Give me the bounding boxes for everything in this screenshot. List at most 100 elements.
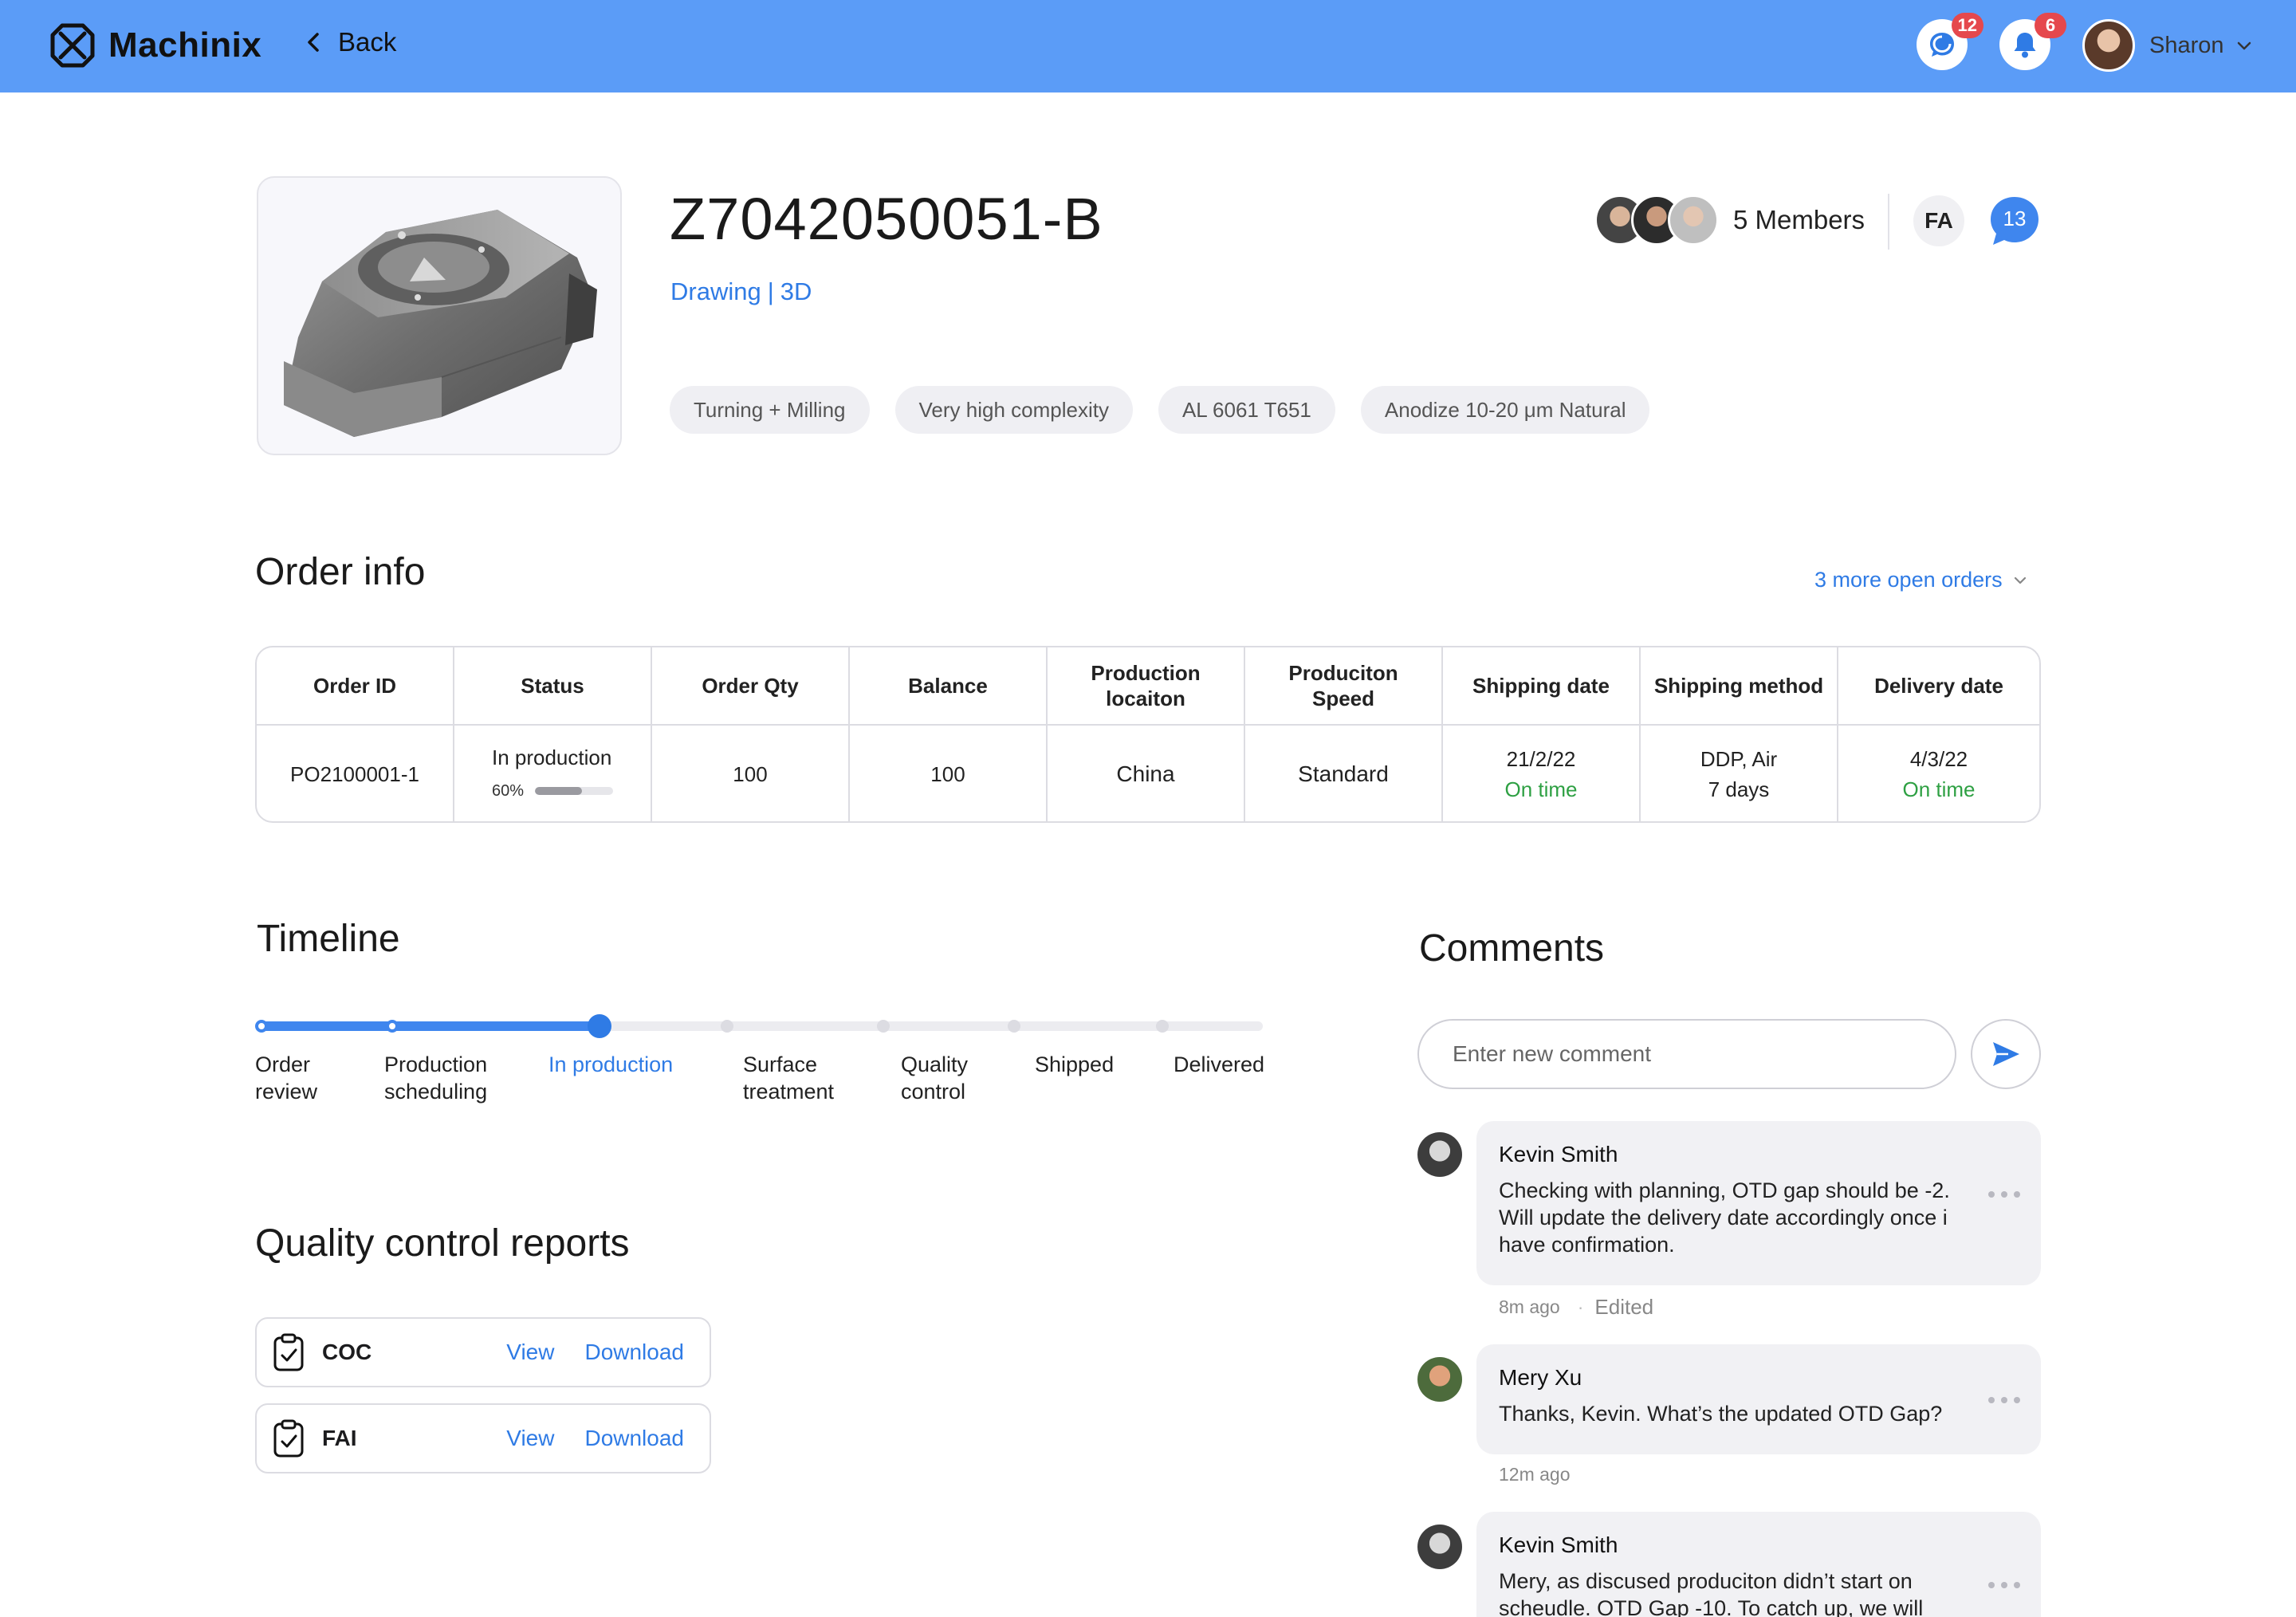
timeline-step-label: Delivered [1174,1052,1265,1076]
chevron-down-icon [2237,41,2251,50]
clipboard-check-icon [273,1419,304,1458]
comment-time: 12m ago [1499,1464,1571,1485]
tag-material: AL 6061 T651 [1158,386,1335,434]
link-separator: | [767,277,774,305]
comment-author-avatar [1417,1132,1462,1177]
qc-report-name: FAI [322,1426,357,1450]
brand-logo[interactable]: Machinix [48,21,261,70]
user-menu[interactable]: Sharon [2082,19,2253,72]
tag-finish: Anodize 10-20 μm Natural [1360,386,1650,434]
comment-time: 8m ago [1499,1296,1560,1317]
user-name: Sharon [2149,32,2224,58]
more-dots-icon [2001,1397,2007,1403]
cell-shipping-date: 21/2/22 On time [1443,726,1641,821]
chevron-left-icon [308,33,319,52]
back-button[interactable]: Back [303,27,396,57]
col-balance: Balance [850,647,1048,724]
col-shipping-method: Shipping method [1641,647,1838,724]
more-dots-icon [1988,1397,1995,1403]
comment-text: Mery, as discused produciton didn’t star… [1499,1569,1924,1617]
fa-button[interactable]: FA [1913,195,1964,246]
shipping-method: DDP, Air [1700,747,1778,771]
more-open-orders-dropdown[interactable]: 3 more open orders [1814,568,2028,592]
timeline-step-dot [877,1020,890,1033]
comment-more-button[interactable] [1988,1397,2020,1405]
comment-author: Mery Xu [1499,1365,1582,1390]
timeline-step-label: Order review [255,1052,318,1104]
comment-author: Kevin Smith [1499,1532,1618,1557]
qc-report-row: FAI View Download [255,1403,711,1473]
timeline-step-label: Quality control [901,1052,969,1104]
progress-percent: 60% [491,782,525,800]
view-fai-button[interactable]: View [506,1426,554,1451]
comment-text: Checking with planning, OTD gap should b… [1499,1178,1950,1257]
progress-bar-fill [535,787,582,795]
tag-process: Turning + Milling [670,386,870,434]
status-text: In production [491,746,612,769]
col-delivery-date: Delivery date [1874,674,2003,698]
comment-bubble: Kevin Smith Checking with planning, OTD … [1476,1121,2041,1285]
cell-speed: Standard [1245,726,1443,821]
notifications-badge: 6 [2035,13,2066,38]
more-dots-icon [1988,1582,1995,1588]
progress-bar [535,787,614,795]
timeline-step-label: In production [548,1052,674,1076]
comment-more-button[interactable] [1988,1191,2020,1199]
more-dots-icon [2014,1191,2020,1198]
comment-more-button[interactable] [1988,1582,2020,1590]
part-3d-preview[interactable] [257,176,622,455]
col-production-speed: Produciton Speed [1245,647,1443,724]
qc-reports-title: Quality control reports [255,1222,630,1265]
comment-bubble: Mery Xu Thanks, Kevin. What’s the update… [1476,1344,2041,1454]
more-dots-icon [1988,1191,1995,1198]
comment-input[interactable] [1417,1019,1956,1089]
shipping-duration: 7 days [1708,777,1770,801]
send-icon [1993,1042,2019,1066]
order-table: Order ID Status Order Qty Balance Produc… [255,646,2041,823]
timeline-step-dot [1008,1020,1020,1033]
timeline-step-label: Shipped [1035,1052,1115,1076]
delivery-date: 4/3/22 [1909,747,1968,771]
shipping-date: 21/2/22 [1506,747,1576,771]
comments-count-button[interactable]: 13 [1988,195,2041,246]
qc-report-name: COC [322,1340,372,1364]
timeline-step-dot [1156,1020,1169,1033]
table-row[interactable]: PO2100001-1 In production 60% 100 100 Ch… [257,726,2039,821]
cell-order-id: PO2100001-1 [257,726,454,821]
comment-edited-label: Edited [1594,1295,1654,1319]
top-bar: Machinix Back 12 6 Sharon [0,0,2296,92]
comment-meta: 8m ago · Edited [1499,1295,1653,1320]
messages-button[interactable]: 12 [1917,13,1983,70]
comments-count: 13 [2003,207,2027,230]
qc-report-row: COC View Download [255,1317,711,1387]
chat-icon [1930,33,1954,57]
delivery-status: On time [1902,777,1976,801]
col-order-qty: Order Qty [652,647,850,724]
comment-meta: 12m ago [1499,1464,1571,1485]
download-fai-button[interactable]: Download [584,1426,684,1451]
drawing-link[interactable]: Drawing [670,277,761,305]
more-dots-icon [2014,1397,2020,1403]
more-dots-icon [2014,1582,2020,1588]
download-coc-button[interactable]: Download [584,1340,684,1365]
timeline-step-dot [386,1020,399,1033]
brand-name: Machinix [108,26,262,65]
comment-text: Thanks, Kevin. What’s the updated OTD Ga… [1499,1402,1943,1426]
col-shipping-date: Shipping date [1443,647,1641,724]
view-coc-button[interactable]: View [506,1340,554,1365]
part-tags: Turning + Milling Very high complexity A… [670,386,1675,434]
notifications-button[interactable]: 6 [1999,13,2066,70]
send-comment-button[interactable] [1971,1019,2041,1089]
members-group[interactable]: 5 Members [1594,195,1865,246]
chevron-down-icon [2014,576,2026,584]
comment-author: Kevin Smith [1499,1142,1618,1167]
timeline: Order review Production scheduling In prod… [255,1006,1269,1104]
comment-author-avatar [1417,1525,1462,1569]
3d-link[interactable]: 3D [780,277,812,305]
part-render [284,210,597,437]
part-file-links: Drawing | 3D [670,277,812,306]
col-status: Status [454,647,652,724]
cell-status: In production 60% [454,726,652,821]
machinix-logo-icon [50,23,95,68]
timeline-progress [261,1021,603,1031]
